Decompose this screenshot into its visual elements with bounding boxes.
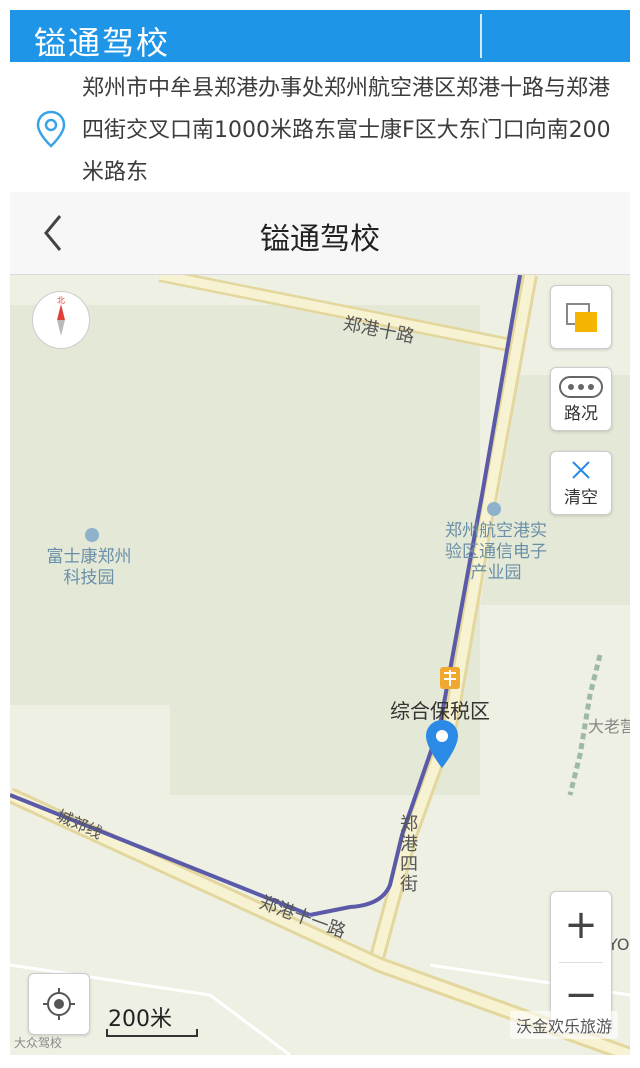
- customs-icon: [440, 667, 460, 689]
- my-location-button[interactable]: [28, 973, 90, 1035]
- clear-button[interactable]: 清空: [550, 451, 612, 515]
- clear-label: 清空: [564, 488, 598, 508]
- location-pin-icon[interactable]: [424, 718, 460, 770]
- map-roads: [10, 275, 630, 1055]
- locate-icon: [43, 988, 75, 1020]
- close-icon: [572, 461, 590, 479]
- navigation-bar: 镒通驾校: [10, 192, 630, 275]
- scale-bar: [106, 1029, 198, 1037]
- poi-edge: 大老营: [588, 717, 630, 736]
- location-pin-icon: [36, 110, 66, 148]
- poi-foxconn: 富士康郑州科技园: [46, 547, 132, 588]
- app-header: 镒通驾校: [10, 10, 630, 62]
- map-view[interactable]: 郑港十路 郑港十一路 郑港四街 城郊线 富士康郑州科技园 郑州航空港实验区通信电…: [10, 275, 630, 1055]
- traffic-label: 路况: [564, 404, 598, 424]
- header-title: 镒通驾校: [34, 24, 171, 62]
- layers-icon: [566, 303, 597, 332]
- poi-marker-icon: [85, 528, 99, 542]
- address-text: 郑州市中牟县郑港办事处郑州航空港区郑港十路与郑港四街交叉口南1000米路东富士康…: [82, 76, 611, 185]
- header-divider: [480, 14, 482, 58]
- poi-marker-icon: [487, 502, 501, 516]
- page-title: 镒通驾校: [260, 222, 380, 257]
- compass-north-label: 北: [57, 296, 65, 305]
- compass-button[interactable]: 北: [32, 291, 90, 349]
- traffic-button[interactable]: 路况: [550, 367, 612, 431]
- road-label-east: 郑港四街: [400, 814, 418, 895]
- address-panel: 郑州市中牟县郑港办事处郑州航空港区郑港十路与郑港四街交叉口南1000米路东富士康…: [10, 62, 630, 190]
- zoom-in-button[interactable]: +: [551, 892, 611, 962]
- layers-button[interactable]: [550, 285, 612, 349]
- watermark-left: 大众驾校: [14, 1036, 63, 1050]
- poi-airport-zone: 郑州航空港实验区通信电子产业园: [445, 521, 547, 583]
- traffic-icon: [559, 376, 603, 398]
- map-block: [10, 705, 170, 805]
- watermark: 沃金欢乐旅游: [509, 1011, 618, 1039]
- compass-icon: 北: [57, 296, 65, 336]
